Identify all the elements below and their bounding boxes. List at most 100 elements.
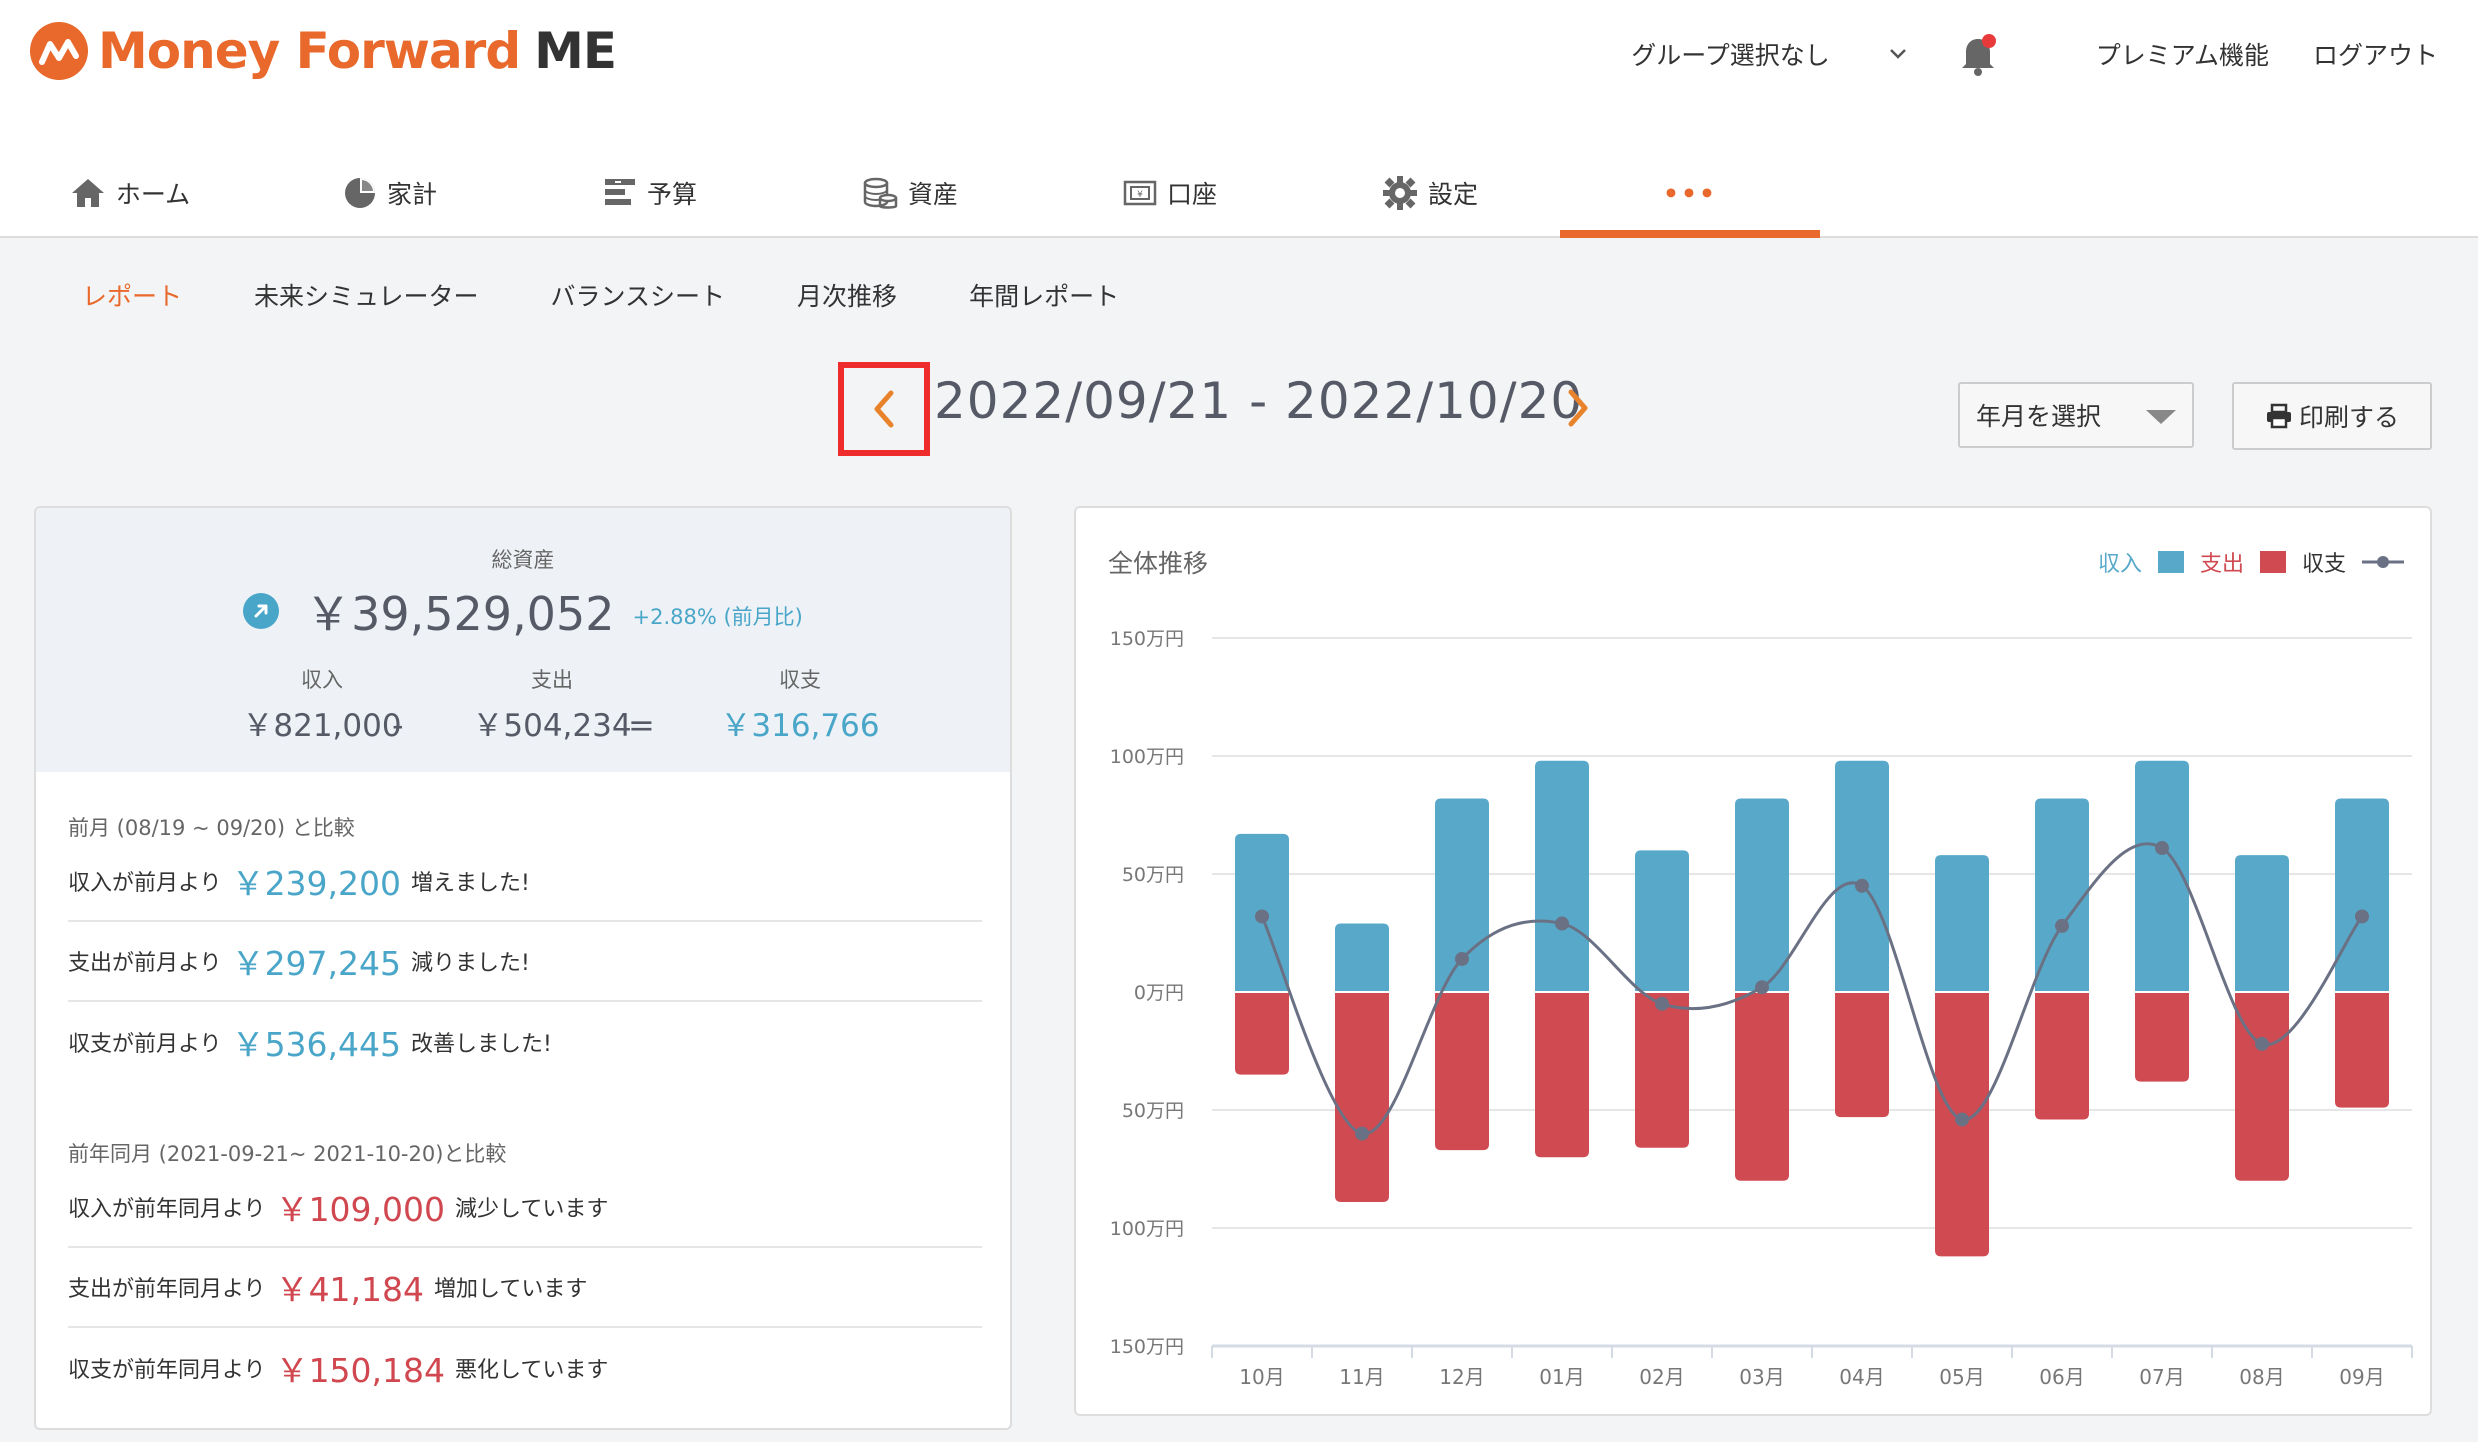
subnav-balance-sheet[interactable]: バランスシート	[551, 277, 726, 313]
prev-month-heading: 前月 (08/19 ~ 09/20) と比較	[68, 816, 355, 840]
balance-point	[1855, 878, 1869, 893]
nav-budget[interactable]: 予算	[520, 150, 780, 236]
row-amount: ￥150,184	[275, 1351, 446, 1390]
notification-dot	[1981, 34, 1996, 48]
income-bar	[1635, 850, 1689, 992]
coins-icon	[863, 177, 898, 209]
expense-bar	[1335, 992, 1389, 1203]
list-item: 収入が前年同月より ￥109,000 減少しています	[68, 1168, 982, 1248]
nav-settings[interactable]: 設定	[1300, 150, 1560, 236]
dropdown-triangle-icon	[2146, 410, 2176, 424]
x-tick-label: 10月	[1239, 1365, 1284, 1389]
date-range: 2022/09/21 - 2022/10/20	[934, 372, 1584, 430]
y-tick-label: 150万円	[1110, 628, 1184, 650]
y-tick-label: 100万円	[1110, 746, 1184, 768]
x-tick-label: 09月	[2339, 1365, 2384, 1389]
gear-icon	[1382, 176, 1417, 210]
y-tick-label: 50万円	[1122, 864, 1184, 886]
print-button[interactable]: 印刷する	[2232, 382, 2432, 450]
subnav-monthly-trend[interactable]: 月次推移	[797, 277, 897, 313]
row-amount: ￥41,184	[275, 1270, 425, 1309]
nav-accounts[interactable]: ¥ 口座	[1040, 150, 1300, 236]
expense-bar	[1635, 992, 1689, 1148]
overall-trend-chart: 150万円 100万円 50万円 0万円 50万円 100万円 150万円 10月 11月 12月…	[1110, 628, 2413, 1389]
expense-bar	[1435, 992, 1489, 1151]
row-prefix: 支出が前月より	[68, 951, 222, 976]
row-suffix: 減少しています	[455, 1197, 609, 1222]
nav-more[interactable]: •••	[1560, 150, 1820, 238]
subnav-report[interactable]: レポート	[82, 277, 182, 313]
nav-home-label: ホーム	[115, 180, 191, 209]
notification-bell-icon[interactable]	[1958, 32, 1998, 76]
y-tick-label: 150万円	[1110, 1336, 1184, 1358]
total-assets-row: ￥39,529,052 +2.88% (前月比)	[36, 578, 1010, 644]
prev-year-list: 収入が前年同月より ￥109,000 減少しています 支出が前年同月より ￥41…	[68, 1168, 982, 1408]
list-item: 支出が前年同月より ￥41,184 増加しています	[68, 1248, 982, 1328]
equals-sign: =	[628, 706, 655, 744]
row-prefix: 収入が前月より	[68, 871, 222, 896]
prev-year-heading: 前年同月 (2021-09-21~ 2021-10-20)と比較	[68, 1142, 507, 1166]
printer-icon	[2266, 403, 2291, 429]
row-suffix: 減りました!	[411, 951, 530, 976]
next-period-button[interactable]	[1558, 382, 1598, 434]
nav-household[interactable]: 家計	[260, 150, 520, 236]
x-tick-label: 06月	[2039, 1365, 2084, 1389]
balance-point	[1355, 1126, 1369, 1141]
nav-home[interactable]: ホーム	[0, 150, 260, 236]
nav-budget-label: 予算	[646, 180, 697, 209]
minus-sign: -	[392, 706, 404, 744]
summary-box: 総資産 ￥39,529,052 +2.88% (前月比) 収入 ￥821,000…	[36, 508, 1010, 772]
income-bar	[1535, 760, 1589, 992]
balance-point	[1755, 980, 1769, 995]
prev-period-button[interactable]	[838, 362, 930, 456]
x-tick-label: 12月	[1439, 1365, 1484, 1389]
balance-point	[2255, 1036, 2269, 1051]
balance-point	[2155, 841, 2169, 856]
subnav-annual-report[interactable]: 年間レポート	[969, 277, 1119, 313]
list-item: 収支が前年同月より ￥150,184 悪化しています	[68, 1328, 982, 1408]
nav-assets-label: 資産	[907, 180, 958, 209]
expense-bar	[1235, 992, 1289, 1075]
month-select[interactable]: 年月を選択	[1958, 382, 2194, 448]
expense-label: 支出	[531, 668, 573, 692]
premium-link[interactable]: プレミアム機能	[2096, 36, 2269, 72]
income-expense-calc: 収入 ￥821,000 - 支出 ￥504,234 = 収支 ￥316,766	[36, 664, 1010, 754]
expense-bar	[1535, 992, 1589, 1158]
row-amount: ￥109,000	[275, 1190, 446, 1229]
prev-month-list: 収入が前月より ￥239,200 増えました! 支出が前月より ￥297,245…	[68, 842, 982, 1082]
income-bar	[1735, 798, 1789, 992]
print-label: 印刷する	[2298, 403, 2399, 432]
chevron-left-icon	[874, 390, 894, 428]
row-prefix: 収支が前月より	[68, 1032, 222, 1057]
trend-up-icon	[243, 593, 280, 629]
balance-label: 収支	[779, 668, 821, 692]
group-select-label: グループ選択なし	[1631, 41, 1830, 70]
income-value: ￥821,000	[242, 708, 402, 744]
logo-suffix: ME	[534, 22, 617, 80]
nav-assets[interactable]: 資産	[780, 150, 1040, 236]
expense-bar	[2335, 992, 2389, 1108]
nav-household-label: 家計	[386, 180, 437, 209]
balance-point	[1455, 951, 1469, 966]
more-icon: •••	[1663, 178, 1717, 208]
chart-panel: 全体推移 収入 支出 収支 150万円 100万円 50万円 0万円 50万円 100万円…	[1074, 506, 2432, 1416]
x-tick-label: 11月	[1339, 1365, 1384, 1389]
account-icon: ¥	[1123, 180, 1157, 206]
subnav-future-simulator[interactable]: 未来シミュレーター	[254, 277, 479, 313]
logo[interactable]: Money Forward ME	[30, 22, 617, 80]
list-item: 収支が前月より ￥536,445 改善しました!	[68, 1002, 982, 1082]
balance-point	[1955, 1112, 1969, 1127]
row-amount: ￥297,245	[231, 944, 402, 983]
income-bar	[1335, 923, 1389, 992]
month-select-label: 年月を選択	[1976, 402, 2102, 431]
y-tick-label: 50万円	[1122, 1100, 1184, 1122]
total-assets-label: 総資産	[491, 548, 555, 572]
row-prefix: 収支が前年同月より	[68, 1358, 266, 1383]
group-select[interactable]: グループ選択なし	[1631, 36, 1908, 72]
row-prefix: 収入が前年同月より	[68, 1197, 266, 1222]
balance-col: 収支 ￥316,766	[680, 664, 920, 745]
logout-link[interactable]: ログアウト	[2313, 36, 2438, 72]
balance-point	[1655, 996, 1669, 1011]
balance-point	[1255, 909, 1269, 924]
income-bar	[2235, 855, 2289, 992]
